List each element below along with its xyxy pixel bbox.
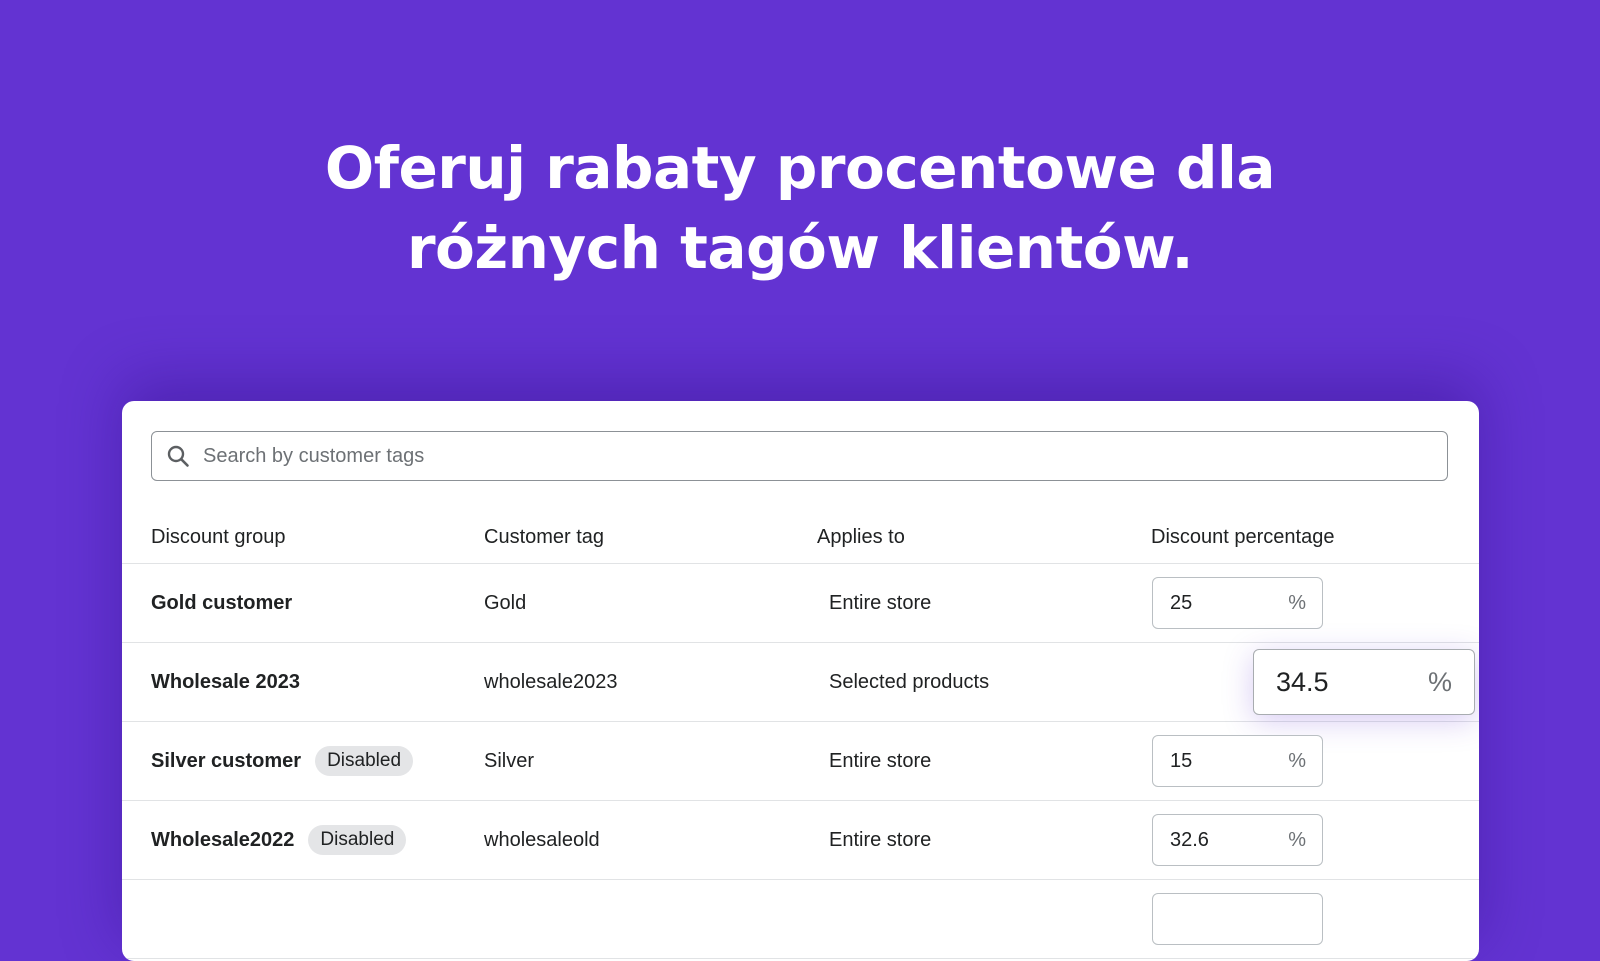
headline-line-1: Oferuj rabaty procentowe dla	[324, 134, 1276, 202]
discount-group-name[interactable]: Wholesale2022	[151, 801, 294, 879]
table-row-partial[interactable]	[122, 880, 1479, 959]
column-header-discount-percentage[interactable]: Discount percentage	[1151, 511, 1334, 563]
discount-percentage-input[interactable]: 15 %	[1152, 735, 1323, 787]
discount-percentage-value: 15	[1170, 750, 1193, 772]
search-bar	[151, 431, 1448, 481]
percent-suffix: %	[1288, 592, 1306, 614]
discount-percentage-value: 32.6	[1170, 829, 1209, 851]
column-header-discount-group[interactable]: Discount group	[151, 511, 286, 563]
percent-suffix: %	[1288, 829, 1306, 851]
table-header: Discount group Customer tag Applies to D…	[122, 511, 1479, 564]
applies-to-cell: Selected products	[829, 671, 990, 693]
status-badge-disabled: Disabled	[308, 825, 407, 855]
customer-tag-cell: Silver	[484, 750, 535, 772]
percent-suffix: %	[1427, 667, 1452, 697]
discount-table-card: Discount group Customer tag Applies to D…	[122, 401, 1479, 961]
discount-percentage-input-focused[interactable]: 34.5 %	[1253, 649, 1475, 715]
discount-group-cell: Gold customer	[151, 564, 292, 642]
search-icon	[165, 443, 191, 469]
table-row[interactable]: Silver customer Disabled Silver Entire s…	[122, 722, 1479, 801]
column-header-customer-tag[interactable]: Customer tag	[484, 511, 604, 563]
applies-to-cell: Entire store	[829, 829, 932, 851]
percent-suffix: %	[1288, 750, 1306, 772]
table-row[interactable]: Wholesale 2023 wholesale2023 Selected pr…	[122, 643, 1479, 722]
column-header-applies-to[interactable]: Applies to	[817, 511, 905, 563]
discount-group-cell: Wholesale2022 Disabled	[151, 801, 407, 879]
discount-group-name[interactable]: Gold customer	[151, 564, 292, 642]
discount-group-cell: Silver customer Disabled	[151, 722, 414, 800]
discount-percentage-input[interactable]: 25 %	[1152, 577, 1323, 629]
customer-tag-cell: wholesaleold	[484, 829, 600, 851]
applies-to-cell: Entire store	[829, 592, 932, 614]
discount-group-name[interactable]: Silver customer	[151, 722, 301, 800]
customer-tag-cell: wholesale2023	[484, 671, 618, 693]
discount-group-cell: Wholesale 2023	[151, 643, 300, 721]
table-row[interactable]: Gold customer Gold Entire store 25 %	[122, 564, 1479, 643]
discount-percentage-value: 34.5	[1276, 667, 1329, 697]
discount-percentage-input[interactable]: 32.6 %	[1152, 814, 1323, 866]
headline: Oferuj rabaty procentowe dla różnych tag…	[0, 128, 1600, 288]
status-badge-disabled: Disabled	[315, 746, 414, 776]
discount-percentage-input[interactable]	[1152, 893, 1323, 945]
headline-line-2: różnych tagów klientów.	[406, 214, 1194, 282]
customer-tag-cell: Gold	[484, 592, 527, 614]
search-input[interactable]	[203, 436, 1447, 476]
applies-to-cell: Entire store	[829, 750, 932, 772]
table-row[interactable]: Wholesale2022 Disabled wholesaleold Enti…	[122, 801, 1479, 880]
discount-group-name[interactable]: Wholesale 2023	[151, 643, 300, 721]
discount-percentage-value: 25	[1170, 592, 1193, 614]
